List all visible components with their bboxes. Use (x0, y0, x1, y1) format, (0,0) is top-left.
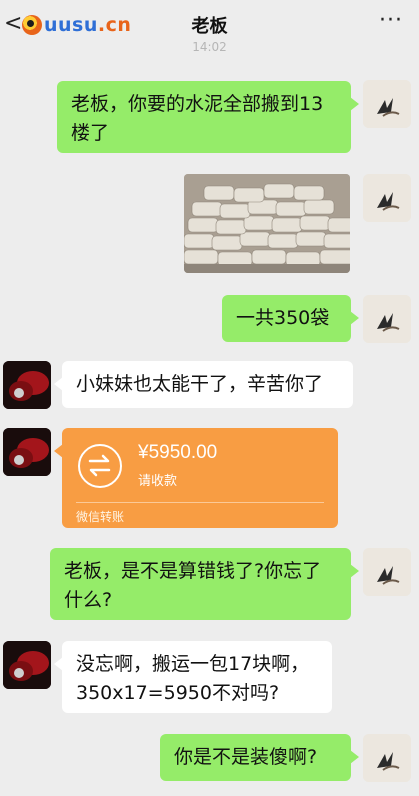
transfer-card[interactable]: ¥5950.00 请收款 微信转账 (54, 428, 338, 528)
transfer-status: 请收款 (138, 474, 178, 489)
message-bubble[interactable]: 一共350袋 (222, 295, 359, 342)
my-avatar[interactable] (363, 174, 411, 222)
message-bubble[interactable]: 小妹妹也太能干了，辛苦你了 (54, 361, 353, 408)
message-bubble[interactable]: 老板，是不是算错钱了?你忘了什么? (50, 548, 359, 620)
my-avatar[interactable] (363, 548, 411, 596)
my-avatar[interactable] (363, 80, 411, 128)
message-timestamp: 14:02 (192, 40, 227, 54)
transfer-amount: ¥5950.00 (138, 442, 218, 463)
cement-bags-photo[interactable] (184, 174, 350, 273)
my-avatar[interactable] (363, 734, 411, 782)
message-bubble[interactable]: 你是不是装傻啊? (160, 734, 359, 781)
boss-avatar[interactable] (3, 428, 51, 476)
boss-avatar[interactable] (3, 641, 51, 689)
boss-avatar[interactable] (3, 361, 51, 409)
transfer-footer: 微信转账 (76, 510, 125, 524)
chat-title: 老板 (191, 16, 228, 37)
message-bubble[interactable]: 没忘啊，搬运一包17块啊，350x17=5950不对吗? (54, 641, 332, 713)
transfer-exchange-icon (78, 444, 122, 488)
transfer-divider (76, 502, 324, 503)
my-avatar[interactable] (363, 295, 411, 343)
message-bubble[interactable]: 老板，你要的水泥全部搬到13楼了 (57, 81, 359, 153)
more-options-icon[interactable]: ··· (379, 8, 403, 33)
